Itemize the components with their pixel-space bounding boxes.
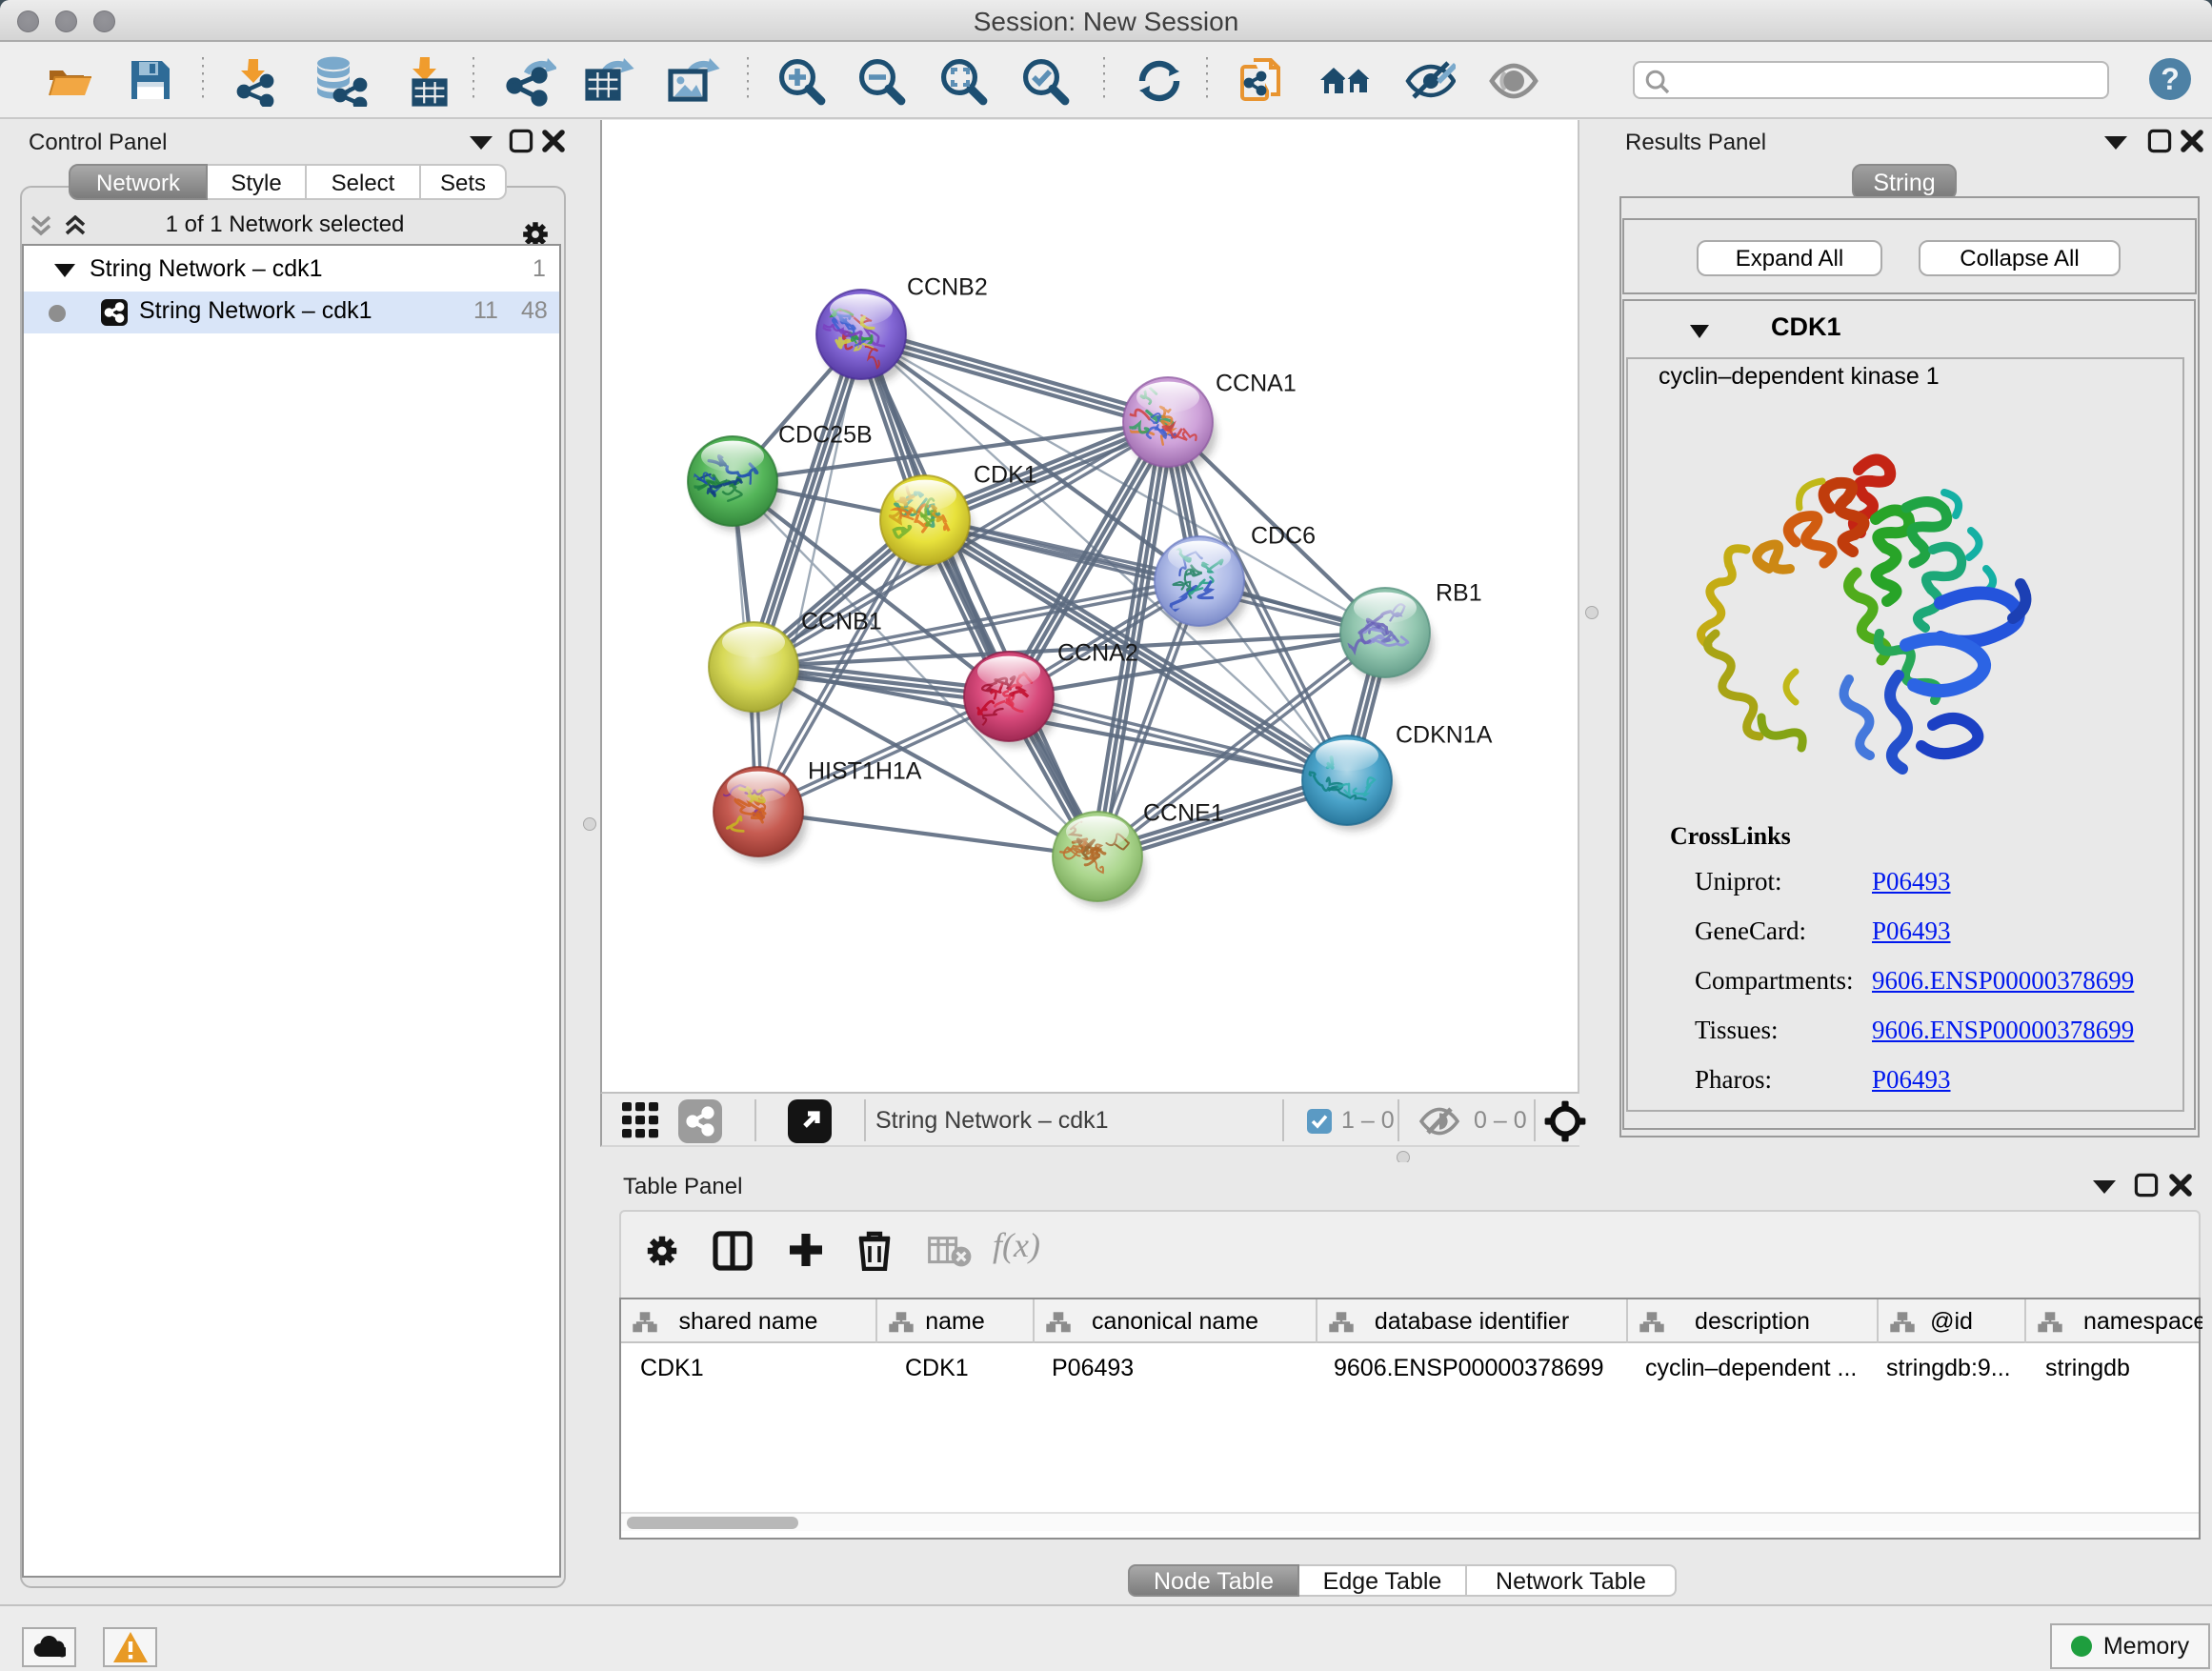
svg-text:CDKN1A: CDKN1A (1396, 722, 1493, 749)
svg-text:CCNE1: CCNE1 (1143, 800, 1224, 827)
svg-text:CCNB1: CCNB1 (801, 609, 882, 635)
svg-text:CCNA2: CCNA2 (1057, 640, 1138, 667)
svg-text:CCNA1: CCNA1 (1216, 371, 1297, 397)
svg-text:RB1: RB1 (1436, 580, 1482, 607)
svg-text:HIST1H1A: HIST1H1A (808, 758, 922, 785)
svg-text:CDC6: CDC6 (1251, 523, 1316, 550)
svg-text:CCNB2: CCNB2 (907, 274, 988, 301)
svg-text:CDK1: CDK1 (974, 462, 1037, 489)
svg-text:CDC25B: CDC25B (778, 422, 873, 449)
